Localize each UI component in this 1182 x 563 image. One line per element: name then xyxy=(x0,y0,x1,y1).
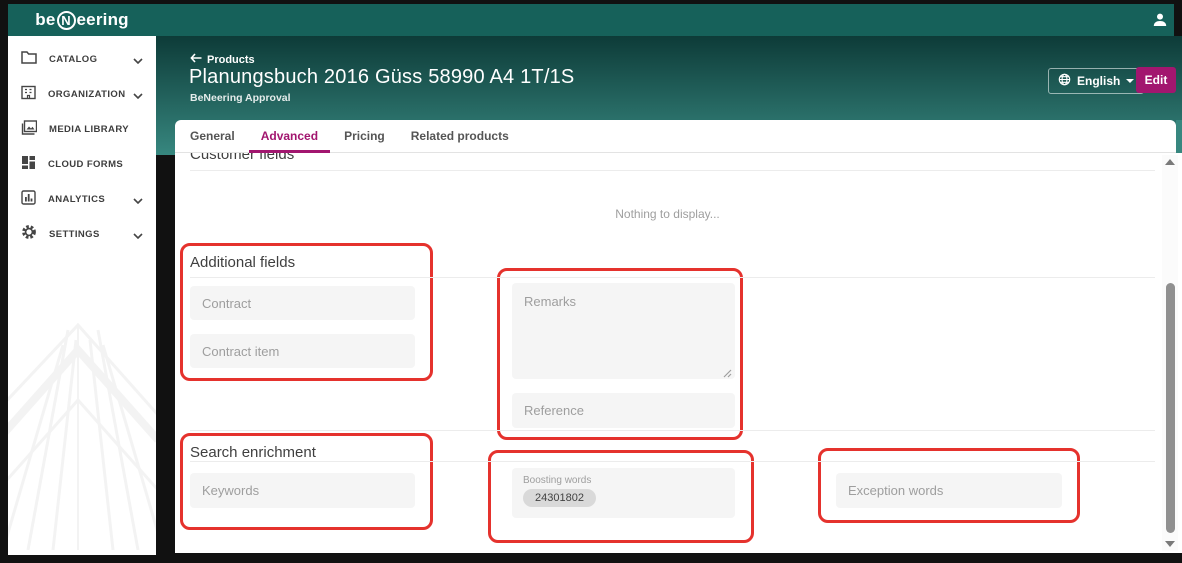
sidebar-item-cloud-forms[interactable]: CLOUD FORMS xyxy=(8,147,156,182)
sidebar-item-label: ANALYTICS xyxy=(48,194,106,205)
tab-related-products[interactable]: Related products xyxy=(399,120,521,152)
chevron-down-icon xyxy=(133,51,143,69)
sidebar-item-media-library[interactable]: MEDIA LIBRARY xyxy=(8,112,156,147)
logo-n: N xyxy=(61,12,71,28)
sidebar-item-analytics[interactable]: ANALYTICS xyxy=(8,182,156,217)
analytics-icon xyxy=(21,189,36,210)
sidebar-item-label: ORGANIZATION xyxy=(48,89,126,100)
sidebar-item-label: MEDIA LIBRARY xyxy=(49,124,129,135)
language-label: English xyxy=(1077,74,1121,88)
boosting-words-field[interactable]: Boosting words 24301802 xyxy=(512,468,735,518)
section-divider xyxy=(190,430,1155,431)
user-account-icon[interactable] xyxy=(1152,11,1168,34)
gear-icon xyxy=(21,224,37,245)
back-to-products-link[interactable]: Products xyxy=(190,53,255,66)
page-title: Planungsbuch 2016 Güss 58990 A4 1T/1S xyxy=(189,66,575,88)
chevron-down-icon xyxy=(133,226,143,244)
product-tabs: General Advanced Pricing Related product… xyxy=(175,120,1176,153)
top-app-bar: be Neering xyxy=(8,4,1174,36)
logo-text-prefix: be xyxy=(35,10,56,29)
content-scrollbar[interactable] xyxy=(1162,155,1178,551)
remarks-textarea[interactable] xyxy=(512,283,735,379)
sidebar-item-label: CLOUD FORMS xyxy=(48,159,124,170)
contract-item-input[interactable] xyxy=(190,334,415,368)
sidebar-item-settings[interactable]: SETTINGS xyxy=(8,217,156,252)
search-enrichment-heading: Search enrichment xyxy=(190,444,316,461)
chevron-down-icon xyxy=(1126,79,1135,83)
folder-icon xyxy=(21,50,37,69)
language-selector[interactable]: English xyxy=(1048,68,1145,94)
logo-n-circle: N xyxy=(56,10,76,30)
empty-table-message: Nothing to display... xyxy=(615,207,720,221)
globe-icon xyxy=(1058,73,1071,89)
advanced-tab-content: Customer fields Nothing to display... Ad… xyxy=(175,153,1182,553)
sidebar-item-label: SETTINGS xyxy=(49,229,100,240)
customer-fields-heading-clipped: Customer fields xyxy=(190,153,295,163)
section-divider xyxy=(190,170,1155,171)
beneering-logo: be Neering xyxy=(8,4,156,36)
chevron-down-icon xyxy=(133,86,143,104)
tab-general[interactable]: General xyxy=(178,120,247,152)
scrollbar-thumb[interactable] xyxy=(1166,283,1175,533)
exception-words-input[interactable] xyxy=(836,473,1062,508)
sidebar-item-catalog[interactable]: CATALOG xyxy=(8,42,156,77)
logo-text-suffix: eering xyxy=(76,10,129,29)
scroll-down-arrow-icon[interactable] xyxy=(1165,541,1175,547)
sidebar-item-organization[interactable]: ORGANIZATION xyxy=(8,77,156,112)
page-subtitle: BeNeering Approval xyxy=(190,92,291,104)
tab-pricing[interactable]: Pricing xyxy=(332,120,397,152)
section-divider xyxy=(190,461,1155,462)
media-icon xyxy=(21,119,38,140)
sidebar-item-label: CATALOG xyxy=(49,54,98,65)
edit-button[interactable]: Edit xyxy=(1136,67,1176,93)
scroll-up-arrow-icon[interactable] xyxy=(1165,159,1175,165)
section-divider xyxy=(190,277,1155,278)
contract-input[interactable] xyxy=(190,286,415,320)
sidebar-nav: CATALOG ORGANIZATION MEDIA LIBRARY CLOUD… xyxy=(8,36,156,555)
header-corner-background xyxy=(1176,120,1182,153)
boosting-words-label: Boosting words xyxy=(523,475,592,486)
back-link-label: Products xyxy=(207,53,255,66)
keywords-input[interactable] xyxy=(190,473,415,508)
building-watermark-image xyxy=(8,290,156,555)
building-icon xyxy=(21,85,36,105)
additional-fields-heading: Additional fields xyxy=(190,254,296,271)
reference-input[interactable] xyxy=(512,393,735,428)
boosting-word-chip[interactable]: 24301802 xyxy=(523,489,596,507)
back-arrow-icon xyxy=(190,53,202,66)
tab-advanced[interactable]: Advanced xyxy=(248,120,331,153)
chevron-down-icon xyxy=(133,191,143,209)
dashboard-icon xyxy=(21,155,36,175)
